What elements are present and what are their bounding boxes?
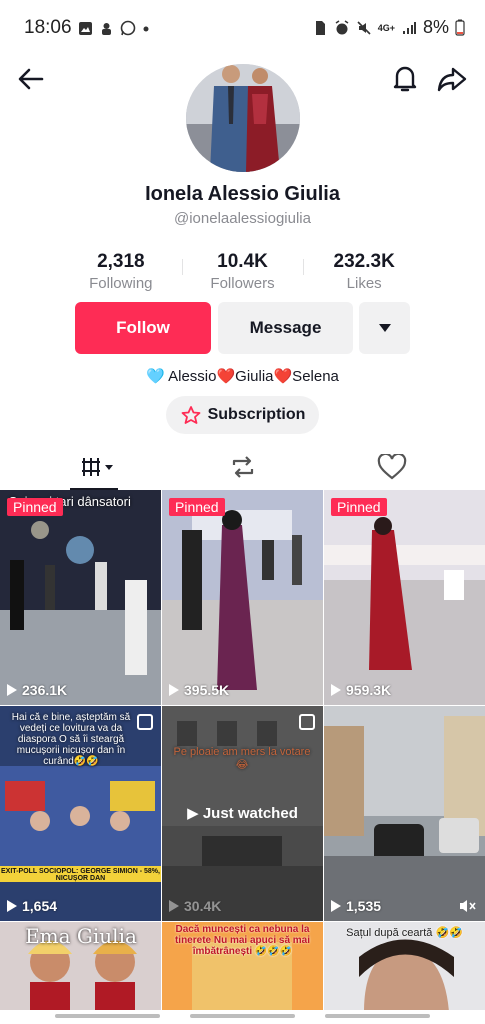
stat-label: Following: [89, 275, 153, 292]
bio-text: 🩵 Alessio❤️Giulia❤️Selena: [146, 368, 339, 385]
nav-handle: [55, 1014, 160, 1018]
profile-tabs: [0, 446, 485, 490]
video-thumbnail[interactable]: Pinned 959.3K: [324, 490, 485, 705]
just-watched-text: Just watched: [202, 805, 298, 822]
video-caption: Hai că e bine, așteptăm să vedeți ce lov…: [11, 712, 131, 767]
stat-following[interactable]: 2,318 Following: [60, 251, 182, 292]
video-caption: Pe ploaie am mers la votare😂: [173, 746, 311, 771]
tab-videos-grid-icon[interactable]: [80, 454, 116, 480]
system-navigation-bar: [0, 1012, 485, 1024]
video-thumbnail[interactable]: Pe ploaie am mers la votare😂 ▶ Just watc…: [162, 706, 323, 921]
view-count-value: 395.5K: [184, 682, 230, 698]
view-count: 395.5K: [169, 682, 229, 698]
tab-reposts-icon[interactable]: [228, 454, 258, 480]
profile-stats: 2,318 Following 10.4K Followers 232.3K L…: [60, 251, 425, 292]
stat-value: 232.3K: [333, 251, 395, 272]
follow-button[interactable]: Follow: [75, 302, 211, 354]
view-count: 1,535: [331, 898, 381, 914]
view-count-value: 1,535: [346, 898, 382, 914]
news-ticker: EXIT-POLL SOCIOPOL: GEORGE SIMION - 58%,…: [1, 868, 160, 882]
share-icon[interactable]: [434, 62, 470, 96]
video-thumbnail[interactable]: Sațul după ceartă 🤣🤣: [324, 922, 485, 1010]
view-count: 1,654: [7, 898, 57, 914]
status-right-icons: 4G+ 8%: [312, 17, 465, 38]
stat-label: Followers: [210, 275, 275, 292]
status-time: 18:06: [24, 17, 72, 38]
view-count: 236.1K: [7, 682, 67, 698]
video-caption: Dacă muncești ca nebuna la tinerete Nu m…: [174, 924, 311, 957]
video-preview: [162, 490, 323, 705]
stat-divider: [303, 259, 304, 275]
battery-icon: [455, 19, 465, 36]
view-count: 30.4K: [169, 898, 221, 914]
view-count-value: 30.4K: [184, 898, 222, 914]
avatar[interactable]: [186, 64, 300, 172]
play-icon: [331, 900, 341, 912]
play-icon: [169, 684, 179, 696]
game-icon: [102, 22, 111, 35]
play-icon: [169, 900, 179, 912]
subscription-button[interactable]: Subscription: [166, 396, 319, 434]
stat-value: 2,318: [97, 251, 145, 272]
display-name: Ionela Alessio Giulia: [145, 183, 340, 205]
video-thumbnail[interactable]: Pinned 395.5K: [162, 490, 323, 705]
video-thumbnail[interactable]: Cei mai tari dânsatori Pinned 236.1K: [0, 490, 161, 705]
pinned-badge: Pinned: [169, 498, 225, 516]
video-thumbnail[interactable]: Ema Giulia: [0, 922, 161, 1010]
dot-icon: [143, 26, 149, 31]
nav-handle: [190, 1014, 295, 1018]
video-caption: Ema Giulia: [25, 924, 137, 948]
video-preview: [0, 490, 161, 705]
gallery-icon: [79, 21, 92, 35]
video-thumbnail[interactable]: Hai că e bine, așteptăm să vedeți ce lov…: [0, 706, 161, 921]
subscription-label: Subscription: [207, 406, 306, 423]
network-type: 4G+: [377, 22, 395, 33]
photo-carousel-icon: [299, 714, 315, 730]
back-arrow-icon[interactable]: [14, 62, 48, 96]
view-count-value: 959.3K: [346, 682, 392, 698]
play-icon: [7, 684, 17, 696]
view-count-value: 236.1K: [22, 682, 68, 698]
alarm-icon: [335, 19, 349, 34]
sim-icon: [315, 20, 325, 35]
photo-carousel-icon: [137, 714, 153, 730]
battery-percentage: 8%: [422, 17, 449, 37]
video-thumbnail[interactable]: Dacă muncești ca nebuna la tinerete Nu m…: [162, 922, 323, 1010]
stat-followers[interactable]: 10.4K Followers: [182, 251, 304, 292]
video-preview: [324, 706, 485, 921]
play-icon: [331, 684, 341, 696]
muted-speaker-icon: [460, 900, 476, 912]
notification-icons: [78, 20, 150, 36]
video-grid: Cei mai tari dânsatori Pinned 236.1K Pin…: [0, 490, 485, 1010]
mute-notification-icon: [357, 20, 371, 35]
tab-liked-heart-icon[interactable]: [377, 454, 407, 480]
status-bar: 18:06 4G+ 8%: [0, 0, 485, 58]
signal-icon: [402, 21, 416, 34]
view-count-value: 1,654: [22, 898, 58, 914]
notification-bell-icon[interactable]: [388, 61, 422, 95]
nav-handle: [325, 1014, 430, 1018]
subscription-star-icon: [181, 406, 201, 424]
pinned-badge: Pinned: [7, 498, 63, 516]
username: @ionelaalessiogiulia: [174, 210, 311, 227]
avatar-photo: [186, 64, 300, 172]
stat-label: Likes: [346, 275, 382, 292]
stat-likes[interactable]: 232.3K Likes: [303, 251, 425, 292]
video-caption: Sațul după ceartă 🤣🤣: [346, 927, 463, 939]
video-preview: [324, 490, 485, 705]
whatsapp-icon: [120, 20, 136, 36]
play-icon: [7, 900, 17, 912]
caret-down-icon: [378, 324, 391, 332]
more-options-button[interactable]: [359, 302, 410, 354]
pinned-badge: Pinned: [331, 498, 387, 516]
view-count: 959.3K: [331, 682, 391, 698]
just-watched-label: ▶ Just watched: [187, 805, 298, 822]
stat-divider: [182, 259, 183, 275]
stat-value: 10.4K: [217, 251, 268, 272]
message-button[interactable]: Message: [218, 302, 353, 354]
video-thumbnail[interactable]: 1,535: [324, 706, 485, 921]
